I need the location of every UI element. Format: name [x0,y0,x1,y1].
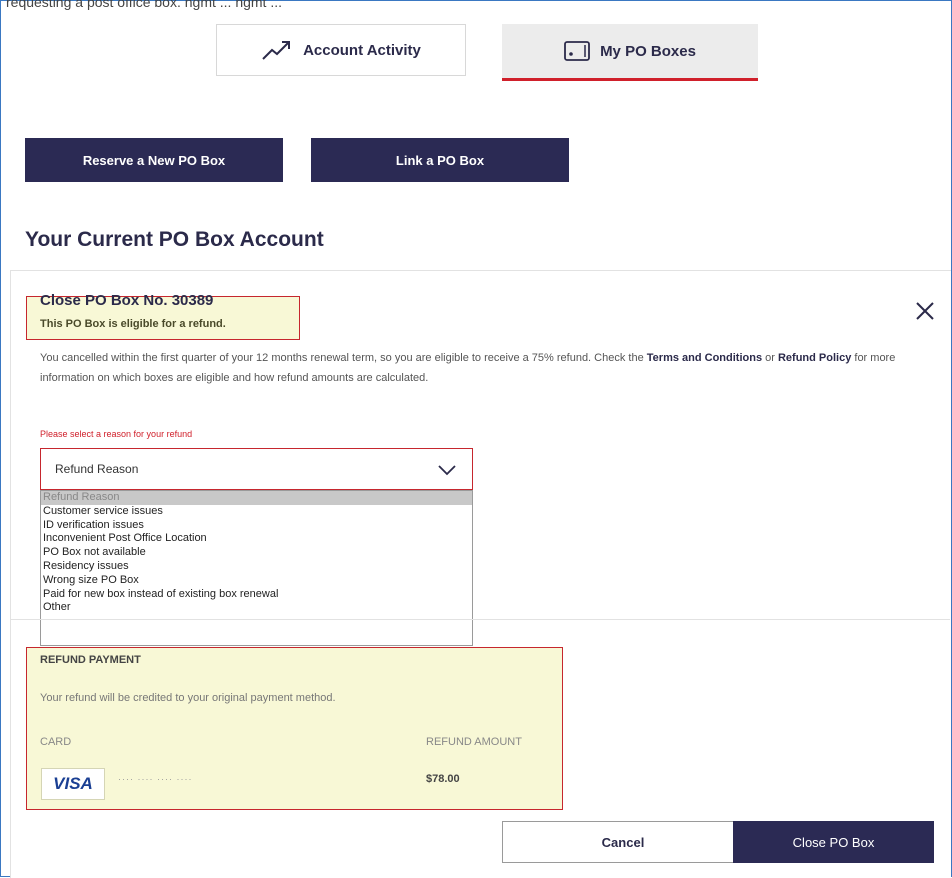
page-title: Your Current PO Box Account [25,228,324,251]
eligibility-message: This PO Box is eligible for a refund. [40,318,226,330]
panel-divider [10,619,950,620]
refund-reason-error-label: Please select a reason for your refund [40,429,193,439]
option-id-verification[interactable]: ID verification issues [41,519,472,533]
masked-card-number: ···· ···· ···· ···· [118,774,193,784]
refund-amount-value: $78.00 [426,773,460,785]
tab-label: Account Activity [303,41,421,59]
tab-account-activity[interactable]: Account Activity [216,24,466,76]
refund-reason-select[interactable]: Refund Reason [40,448,473,490]
visa-card-icon: VISA [41,768,105,800]
close-icon[interactable] [914,300,936,322]
option-paid-new-box[interactable]: Paid for new box instead of existing box… [41,588,472,602]
option-other[interactable]: Other [41,601,472,615]
refund-amount-label: REFUND AMOUNT [426,736,522,748]
paragraph-text: or [762,352,778,364]
tab-label: My PO Boxes [600,42,696,60]
paragraph-text: You cancelled within the first quarter o… [40,352,647,364]
top-caption: requesting a post office box. ngmt ... n… [6,0,283,10]
refund-reason-options: Refund Reason Customer service issues ID… [40,490,473,646]
select-value: Refund Reason [55,462,139,476]
refund-policy-link[interactable]: Refund Policy [778,352,851,364]
cancel-button[interactable]: Cancel [502,821,744,863]
refund-payment-heading: REFUND PAYMENT [40,654,141,666]
option-customer-service[interactable]: Customer service issues [41,505,472,519]
panel-title: Close PO Box No. 30389 [40,292,214,309]
refund-explanation: You cancelled within the first quarter o… [40,348,940,388]
link-po-box-button[interactable]: Link a PO Box [311,138,569,182]
refund-payment-highlight [26,647,563,810]
terms-link[interactable]: Terms and Conditions [647,352,762,364]
refund-payment-note: Your refund will be credited to your ori… [40,692,336,704]
trending-up-icon [261,39,293,61]
reserve-new-po-box-button[interactable]: Reserve a New PO Box [25,138,283,182]
chevron-down-icon [438,463,456,481]
tab-my-po-boxes[interactable]: My PO Boxes [502,24,758,81]
option-wrong-size[interactable]: Wrong size PO Box [41,574,472,588]
option-refund-reason[interactable]: Refund Reason [41,491,472,505]
close-po-box-button[interactable]: Close PO Box [733,821,934,863]
card-column-label: CARD [40,736,72,748]
option-residency[interactable]: Residency issues [41,560,472,574]
option-inconvenient-location[interactable]: Inconvenient Post Office Location [41,532,472,546]
po-box-icon [564,41,590,61]
option-box-not-available[interactable]: PO Box not available [41,546,472,560]
